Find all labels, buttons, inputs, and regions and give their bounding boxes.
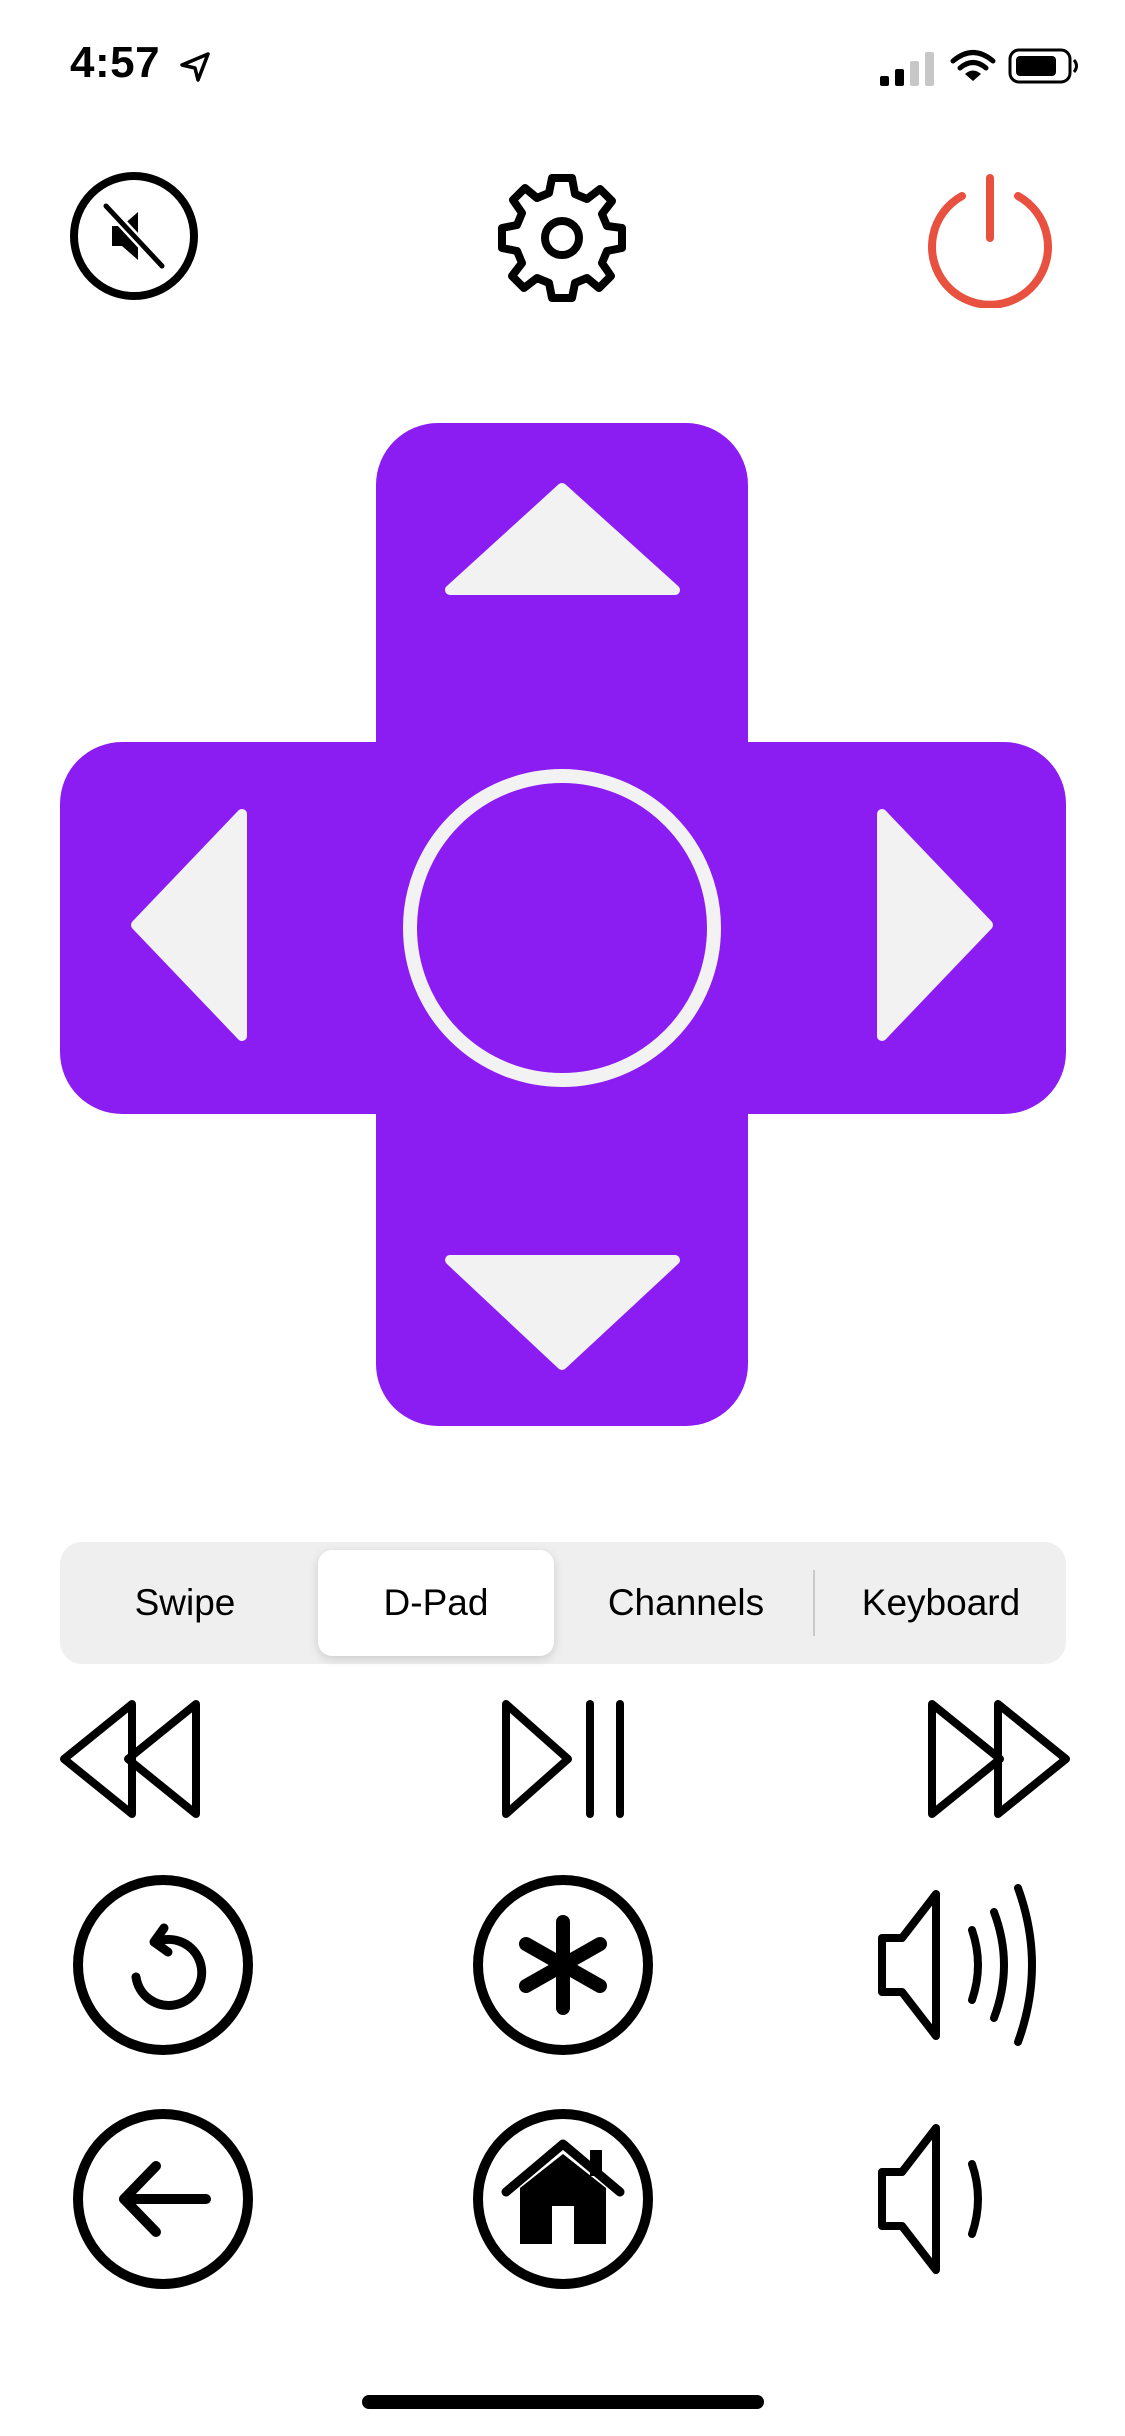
tab-dpad[interactable]: D-Pad bbox=[318, 1550, 554, 1656]
power-icon bbox=[928, 174, 1052, 308]
volume-up-button[interactable] bbox=[876, 1880, 1046, 2050]
home-icon bbox=[501, 2139, 625, 2244]
tab-channels[interactable]: Channels bbox=[560, 1542, 812, 1664]
tab-swipe[interactable]: Swipe bbox=[60, 1542, 310, 1664]
replay-icon bbox=[131, 1923, 207, 2010]
battery-icon bbox=[1008, 48, 1078, 84]
dpad bbox=[60, 423, 1066, 1426]
segment-divider bbox=[813, 1570, 815, 1636]
back-button[interactable] bbox=[70, 2106, 256, 2292]
home-indicator[interactable] bbox=[362, 2395, 764, 2409]
status-time: 4:57 bbox=[70, 38, 161, 87]
fast-forward-button[interactable] bbox=[922, 1698, 1072, 1822]
play-pause-icon bbox=[502, 1700, 624, 1818]
rewind-icon bbox=[60, 1700, 200, 1818]
location-arrow-icon bbox=[180, 52, 210, 82]
speaker-muted-icon bbox=[102, 202, 166, 270]
power-button[interactable] bbox=[922, 168, 1058, 308]
wifi-icon bbox=[950, 50, 996, 81]
volume-up-icon bbox=[878, 1884, 1036, 2046]
options-button[interactable] bbox=[470, 1872, 656, 2058]
cellular-signal-icon bbox=[880, 52, 934, 86]
tab-keyboard[interactable]: Keyboard bbox=[816, 1542, 1066, 1664]
home-button[interactable] bbox=[470, 2106, 656, 2292]
gear-icon bbox=[498, 174, 626, 302]
replay-button[interactable] bbox=[70, 1872, 256, 2058]
back-icon bbox=[119, 2161, 211, 2237]
mute-button[interactable] bbox=[68, 170, 200, 302]
play-pause-button[interactable] bbox=[496, 1698, 632, 1822]
fast-forward-icon bbox=[928, 1700, 1070, 1818]
options-star-icon bbox=[519, 1915, 607, 2015]
mode-selector: Swipe D-Pad Channels Keyboard bbox=[60, 1542, 1066, 1664]
settings-button[interactable] bbox=[492, 168, 632, 308]
volume-down-icon bbox=[878, 2124, 982, 2274]
rewind-button[interactable] bbox=[58, 1698, 208, 1822]
volume-down-button[interactable] bbox=[876, 2114, 1006, 2284]
